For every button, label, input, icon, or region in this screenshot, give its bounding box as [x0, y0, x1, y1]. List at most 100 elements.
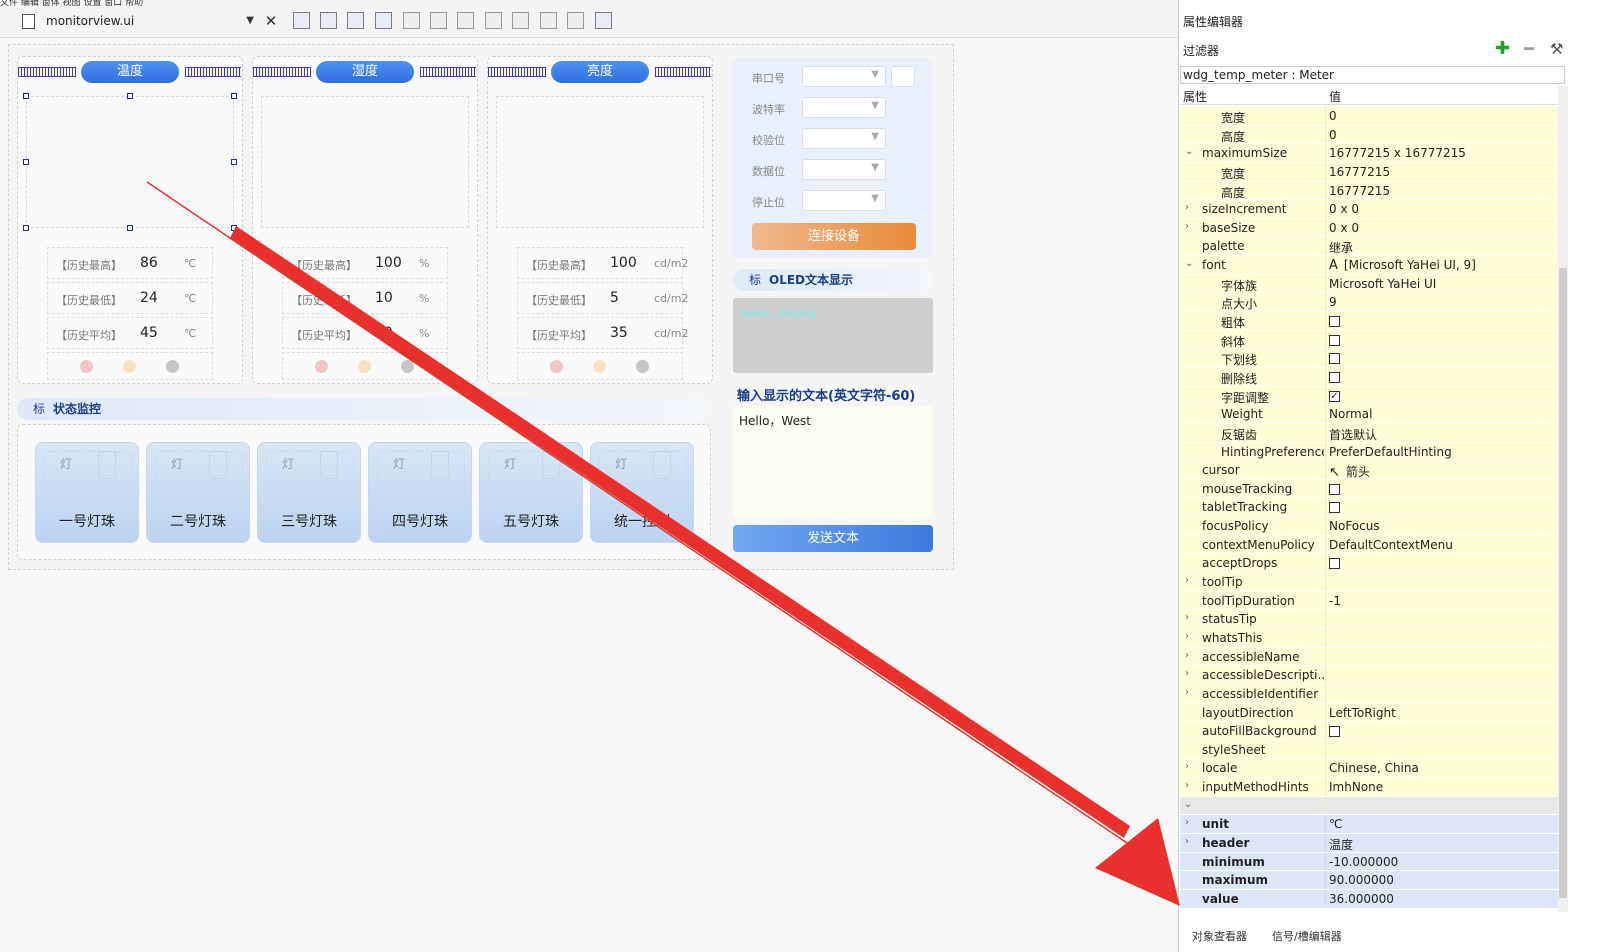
selection-handle[interactable] [23, 225, 29, 231]
remove-property-icon[interactable]: ━ [1524, 40, 1534, 58]
property-row[interactable]: acceptDrops [1180, 554, 1558, 574]
chevron-right-icon[interactable]: › [1185, 202, 1189, 213]
selection-handle[interactable] [23, 159, 29, 165]
layout-form-icon[interactable] [512, 12, 529, 29]
property-value[interactable]: 0 x 0 [1329, 221, 1359, 235]
property-row[interactable]: › statusTip [1180, 610, 1558, 629]
lamp-switch[interactable] [209, 451, 227, 479]
property-value[interactable]: 16777215 [1329, 165, 1390, 179]
chevron-right-icon[interactable]: › [1185, 668, 1189, 679]
layout-horizontal-icon[interactable] [403, 12, 420, 29]
property-row[interactable]: focusPolicy NoFocus [1180, 517, 1558, 536]
port-combo[interactable]: ▼ [802, 66, 886, 87]
lamp-switch[interactable] [431, 451, 449, 479]
property-row[interactable]: palette 继承 [1180, 237, 1558, 257]
property-row[interactable]: › accessibleIdentifier [1180, 684, 1558, 704]
meter-gauge[interactable] [261, 96, 469, 228]
property-value[interactable]: 9 [1329, 295, 1337, 309]
tab-signal-slot-editor[interactable]: 信号/槽编辑器 [1272, 928, 1342, 944]
chevron-right-icon[interactable]: › [1185, 817, 1189, 828]
layout-vertical-icon[interactable] [430, 12, 447, 29]
menu-bar[interactable]: 文件 编辑 窗体 视图 设置 窗口 帮助 [0, 0, 200, 6]
chevron-down-icon[interactable]: ⌄ [1184, 799, 1192, 810]
property-checkbox[interactable]: ✓ [1329, 389, 1340, 403]
scrollbar-thumb[interactable] [1559, 268, 1567, 898]
oled-text-input[interactable]: Hello，West [733, 406, 933, 518]
property-value[interactable]: Microsoft YaHei UI [1329, 277, 1436, 291]
checkbox-icon[interactable] [1329, 334, 1340, 346]
property-row[interactable]: › baseSize 0 x 0 [1180, 218, 1558, 238]
baud-combo[interactable]: ▼ [802, 97, 886, 118]
property-value[interactable]: ↖ 箭头 [1329, 463, 1370, 480]
property-row[interactable]: › accessibleDescripti... [1180, 666, 1558, 685]
property-row[interactable]: 字体族 Microsoft YaHei UI [1180, 274, 1558, 294]
edit-widgets-icon[interactable] [293, 12, 310, 29]
lamp-switch[interactable] [98, 451, 116, 479]
property-row[interactable]: 删除线 [1180, 367, 1558, 387]
checkbox-icon[interactable] [1329, 316, 1340, 328]
checkbox-icon[interactable] [1329, 558, 1340, 570]
checkbox-icon[interactable] [1329, 371, 1340, 383]
selection-handle[interactable] [127, 93, 133, 99]
layout-h-splitter-icon[interactable] [457, 12, 474, 29]
selection-handle[interactable] [127, 225, 133, 231]
lamp-button[interactable]: 灯 四号灯珠 [368, 442, 472, 543]
lamp-button[interactable]: 灯 五号灯珠 [479, 442, 583, 543]
property-row[interactable]: minimum -10.000000 [1180, 852, 1558, 872]
close-file-button[interactable]: ✕ [262, 10, 280, 32]
property-row[interactable]: › inputMethodHints ImhNone [1180, 778, 1558, 797]
lamp-switch[interactable] [320, 451, 338, 479]
property-row[interactable]: 宽度 0 [1180, 107, 1558, 126]
selection-handle[interactable] [231, 159, 237, 165]
chevron-right-icon[interactable]: › [1185, 687, 1189, 698]
property-value[interactable]: ℃ [1329, 817, 1342, 831]
property-row[interactable]: › sizeIncrement 0 x 0 [1180, 200, 1558, 219]
property-row[interactable]: maximum 90.000000 [1180, 871, 1558, 890]
property-value[interactable]: 16777215 x 16777215 [1329, 146, 1466, 160]
tab-object-inspector[interactable]: 对象查看器 [1192, 928, 1247, 944]
property-row[interactable]: 点大小 9 [1180, 293, 1558, 313]
property-row[interactable]: toolTipDuration -1 [1180, 591, 1558, 611]
property-row[interactable]: › locale Chinese, China [1180, 759, 1558, 779]
configure-wrench-icon[interactable]: ⚒ [1550, 40, 1563, 58]
chevron-right-icon[interactable]: › [1185, 650, 1189, 661]
property-row[interactable]: autoFillBackground [1180, 722, 1558, 741]
property-row[interactable]: 高度 16777215 [1180, 181, 1558, 201]
chevron-down-icon[interactable]: ⌄ [1185, 146, 1193, 157]
property-value[interactable]: 0 [1329, 109, 1337, 123]
value-column-header[interactable]: 值 [1329, 88, 1341, 105]
property-value[interactable]: -10.000000 [1329, 855, 1398, 869]
property-value[interactable]: PreferDefaultHinting [1329, 445, 1452, 459]
property-value[interactable]: LeftToRight [1329, 706, 1396, 720]
property-value[interactable]: 90.000000 [1329, 873, 1394, 887]
edit-signals-slots-icon[interactable] [320, 12, 337, 29]
property-checkbox[interactable] [1329, 333, 1340, 347]
property-row[interactable]: mouseTracking [1180, 479, 1558, 499]
property-row[interactable]: cursor ↖ 箭头 [1180, 461, 1558, 480]
selection-handle[interactable] [231, 93, 237, 99]
property-checkbox[interactable] [1329, 724, 1340, 738]
edit-tab-order-icon[interactable] [375, 12, 392, 29]
parity-combo[interactable]: ▼ [802, 128, 886, 149]
property-value[interactable]: 0 x 0 [1329, 202, 1359, 216]
checkbox-icon[interactable] [1329, 483, 1340, 495]
property-checkbox[interactable] [1329, 482, 1340, 496]
property-value[interactable]: A [Microsoft YaHei UI, 9] [1329, 258, 1476, 273]
adjust-size-icon[interactable] [595, 12, 612, 29]
lamp-button[interactable]: 灯 三号灯珠 [257, 442, 361, 543]
property-row[interactable]: › unit ℃ [1180, 815, 1558, 834]
add-dynamic-property-icon[interactable]: ✚ [1495, 40, 1510, 58]
property-value[interactable]: NoFocus [1329, 519, 1380, 533]
property-row[interactable]: Weight Normal [1180, 405, 1558, 424]
chevron-down-icon[interactable]: ⌄ [1185, 258, 1193, 269]
property-value[interactable]: Normal [1329, 407, 1372, 421]
connect-device-button[interactable]: 连接设备 [752, 223, 916, 250]
property-value[interactable]: DefaultContextMenu [1329, 538, 1453, 552]
open-file-combo[interactable]: monitorview.ui ▼ [0, 10, 258, 32]
property-value[interactable]: ImhNone [1329, 780, 1383, 794]
property-checkbox[interactable] [1329, 351, 1340, 365]
meter-gauge[interactable] [496, 96, 704, 228]
property-row[interactable]: › whatsThis [1180, 628, 1558, 648]
property-value[interactable]: 首选默认 [1329, 426, 1377, 443]
property-value[interactable]: 16777215 [1329, 184, 1390, 198]
